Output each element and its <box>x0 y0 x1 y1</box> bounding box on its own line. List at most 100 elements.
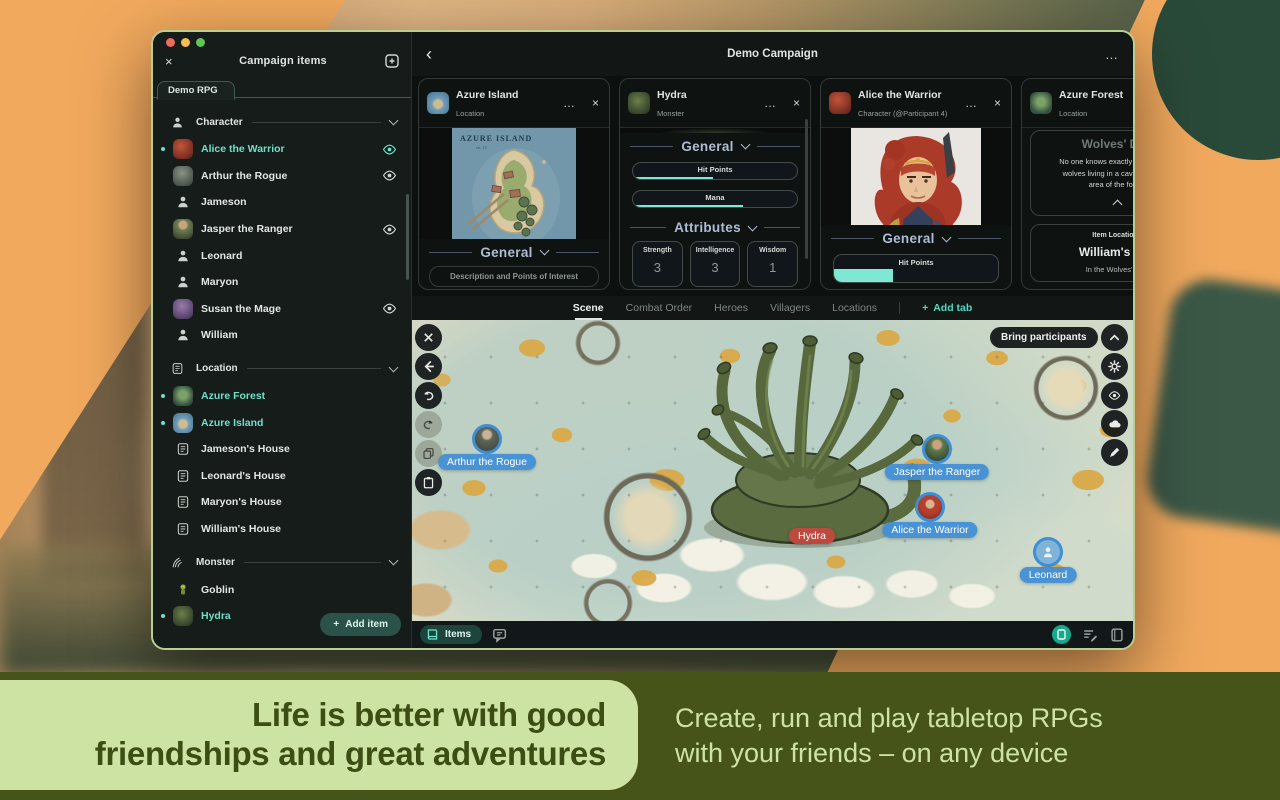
section-monster[interactable]: Monster <box>153 548 411 576</box>
card-close-icon[interactable]: × <box>793 96 800 110</box>
sidebar-item-williams-house[interactable]: William's House <box>153 516 411 543</box>
chevron-down-icon <box>747 221 757 231</box>
scroll-icon <box>173 519 193 539</box>
sidebar-scrollbar[interactable] <box>406 194 409 280</box>
sidebar-item-leonard[interactable]: Leonard <box>153 242 411 269</box>
attribute-strength[interactable]: Strength 3 <box>632 241 683 287</box>
token-label-jasper[interactable]: Jasper the Ranger <box>885 464 989 480</box>
token-label-leonard[interactable]: Leonard <box>1020 567 1077 583</box>
mana-stat[interactable]: Mana 27 / 40 <box>632 190 798 208</box>
journal-icon[interactable] <box>1109 627 1125 643</box>
tab-villagers[interactable]: Villagers <box>770 302 810 314</box>
token-jasper[interactable] <box>922 434 952 464</box>
sidebar-item-goblin[interactable]: Goblin <box>153 576 411 603</box>
token-alice[interactable] <box>915 492 945 522</box>
tab-locations[interactable]: Locations <box>832 302 877 314</box>
person-icon <box>173 272 193 292</box>
card-menu-icon[interactable]: … <box>764 96 777 110</box>
tab-combat-order[interactable]: Combat Order <box>626 302 693 314</box>
person-icon <box>167 112 187 132</box>
attributes-section-divider[interactable]: Attributes <box>620 214 810 239</box>
sidebar-list: Character Alice the Warrior Arthur the R… <box>153 98 411 648</box>
general-section-divider[interactable]: General <box>419 239 609 264</box>
card-menu-icon[interactable]: … <box>965 96 978 110</box>
bring-participants-button[interactable]: Bring participants <box>990 327 1098 348</box>
sidebar-item-azure-forest[interactable]: Azure Forest <box>153 383 411 410</box>
redo-button[interactable] <box>415 411 442 438</box>
sidebar-item-leonards-house[interactable]: Leonard's House <box>153 463 411 490</box>
hydra-monster-artwork[interactable] <box>670 326 932 554</box>
token-leonard[interactable] <box>1033 537 1063 567</box>
goblin-sprite <box>173 580 193 600</box>
collapse-chevron-icon[interactable] <box>1037 191 1135 211</box>
back-button[interactable] <box>415 353 442 380</box>
card-header: Azure Island Location … × <box>419 79 609 128</box>
svg-text:est. 14: est. 14 <box>476 145 486 150</box>
close-window-button[interactable] <box>166 38 175 47</box>
token-label-arthur[interactable]: Arthur the Rogue <box>438 454 536 470</box>
back-icon[interactable]: ‹ <box>426 45 446 63</box>
paste-clipboard-button[interactable] <box>415 469 442 496</box>
minimize-window-button[interactable] <box>181 38 190 47</box>
copy-button[interactable] <box>415 440 442 467</box>
close-scene-button[interactable] <box>415 324 442 351</box>
hit-points-stat[interactable]: Hit Points 22 / 45 <box>632 162 798 180</box>
sidebar-item-susan[interactable]: Susan the Mage <box>153 296 411 323</box>
tab-scene[interactable]: Scene <box>573 302 604 314</box>
overflow-menu-icon[interactable]: … <box>1099 47 1119 62</box>
collapse-toolbar-button[interactable] <box>1101 324 1128 351</box>
scene-map-canvas[interactable]: Bring participants Arthur the Rogue Jasp… <box>412 320 1133 621</box>
sidebar-item-jameson[interactable]: Jameson <box>153 189 411 216</box>
add-in-box-icon[interactable] <box>385 54 399 68</box>
sidebar-item-maryon[interactable]: Maryon <box>153 269 411 296</box>
attribute-intelligence[interactable]: Intelligence 3 <box>690 241 741 287</box>
chat-icon[interactable] <box>492 627 508 643</box>
undo-button[interactable] <box>415 382 442 409</box>
token-label-alice[interactable]: Alice the Warrior <box>882 522 977 538</box>
visibility-eye-icon[interactable] <box>382 142 397 157</box>
sidebar-item-william[interactable]: William <box>153 322 411 349</box>
plus-icon: + <box>922 302 928 314</box>
card-alice-the-warrior: Alice the Warrior Character (@Participan… <box>820 78 1012 290</box>
sidebar-item-jamesons-house[interactable]: Jameson's House <box>153 436 411 463</box>
screenshot-root: × Campaign items Demo RPG Character <box>0 0 1280 800</box>
close-icon[interactable]: × <box>165 54 181 69</box>
card-close-icon[interactable]: × <box>994 96 1001 110</box>
visibility-eye-icon[interactable] <box>382 222 397 237</box>
token-arthur[interactable] <box>472 424 502 454</box>
banner-headline-line: friendships and great adventures <box>0 735 606 774</box>
sidebar-item-alice[interactable]: Alice the Warrior <box>153 136 411 163</box>
visibility-eye-button[interactable] <box>1101 382 1128 409</box>
visibility-eye-icon[interactable] <box>382 301 397 316</box>
sidebar-item-arthur[interactable]: Arthur the Rogue <box>153 163 411 190</box>
section-character[interactable]: Character <box>153 108 411 136</box>
card-menu-icon[interactable]: … <box>563 96 576 110</box>
add-tab-button[interactable]: + Add tab <box>922 302 972 314</box>
notes-edit-icon[interactable] <box>1082 627 1098 643</box>
token-label-hydra[interactable]: Hydra <box>789 528 835 544</box>
maximize-window-button[interactable] <box>196 38 205 47</box>
items-button[interactable]: Items <box>420 625 482 644</box>
sidebar-item-maryons-house[interactable]: Maryon's House <box>153 489 411 516</box>
general-section-divider[interactable]: General <box>620 133 810 158</box>
items-section-divider[interactable]: Items <box>1022 288 1135 290</box>
card-scrollbar[interactable] <box>805 119 808 259</box>
visibility-eye-icon[interactable] <box>382 168 397 183</box>
campaign-header: ‹ Demo Campaign … <box>412 32 1133 76</box>
hit-points-stat[interactable]: Hit Points <box>833 254 999 283</box>
settings-gear-button[interactable] <box>1101 353 1128 380</box>
sidebar-item-jasper[interactable]: Jasper the Ranger <box>153 216 411 243</box>
add-item-button[interactable]: + Add item <box>320 613 401 636</box>
section-location[interactable]: Location <box>153 355 411 383</box>
character-card-toggle-button[interactable] <box>1052 625 1071 644</box>
description-field[interactable]: Description and Points of Interest <box>429 266 599 287</box>
sidebar-item-azure-island[interactable]: Azure Island <box>153 409 411 436</box>
tab-heroes[interactable]: Heroes <box>714 302 748 314</box>
attribute-wisdom[interactable]: Wisdom 1 <box>747 241 798 287</box>
item-location-box[interactable]: Item Locations William's Axe In the Wolv… <box>1030 224 1135 282</box>
general-section-divider[interactable]: General <box>821 225 1011 250</box>
card-close-icon[interactable]: × <box>592 96 599 110</box>
cloud-button[interactable] <box>1101 410 1128 437</box>
point-of-interest-box[interactable]: Wolves' Den No one knows exactly how, bu… <box>1030 130 1135 216</box>
draw-pencil-button[interactable] <box>1101 439 1128 466</box>
